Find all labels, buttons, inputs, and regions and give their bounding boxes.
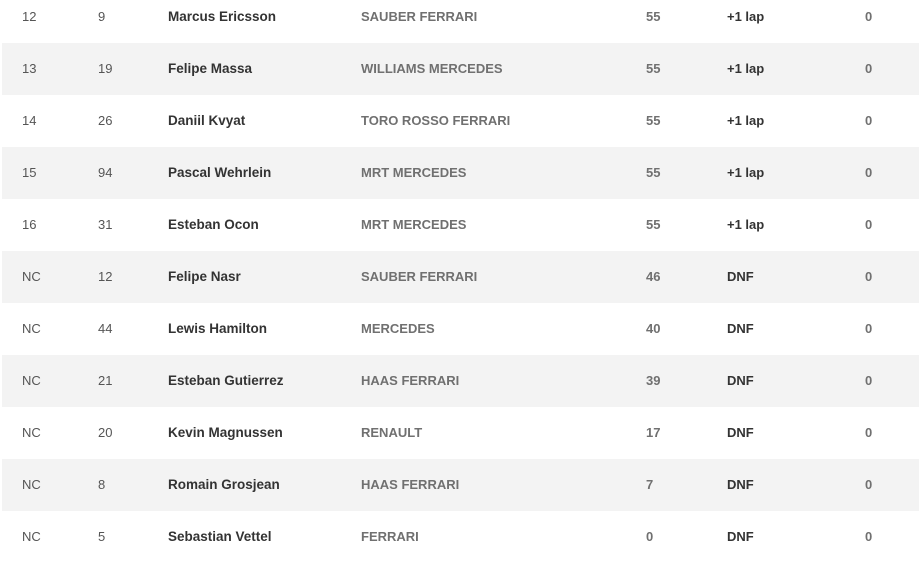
driver-cell: Esteban Gutierrez [168, 373, 284, 388]
position-cell: 15 [22, 165, 37, 180]
time-cell: +1 lap [727, 61, 765, 76]
team-cell: SAUBER FERRARI [361, 9, 478, 24]
points-cell: 0 [865, 269, 873, 284]
points-cell: 0 [865, 217, 873, 232]
race-results-table: 12 9 Marcus Ericsson SAUBER FERRARI 55 +… [0, 0, 920, 563]
table-row[interactable]: 14 26 Daniil Kvyat TORO ROSSO FERRARI 55… [2, 95, 919, 147]
team-cell: WILLIAMS MERCEDES [361, 61, 503, 76]
car-number-cell: 44 [98, 321, 113, 336]
car-number-cell: 20 [98, 425, 113, 440]
driver-cell: Felipe Massa [168, 61, 253, 76]
position-cell: 13 [22, 61, 37, 76]
points-cell: 0 [865, 113, 873, 128]
driver-cell: Daniil Kvyat [168, 113, 246, 128]
team-cell: MERCEDES [361, 321, 435, 336]
position-cell: NC [22, 321, 41, 336]
team-cell: SAUBER FERRARI [361, 269, 478, 284]
laps-cell: 40 [646, 321, 661, 336]
laps-cell: 55 [646, 217, 661, 232]
car-number-cell: 9 [98, 9, 106, 24]
points-cell: 0 [865, 165, 873, 180]
time-cell: DNF [727, 373, 754, 388]
driver-cell: Romain Grosjean [168, 477, 280, 492]
car-number-cell: 21 [98, 373, 113, 388]
laps-cell: 46 [646, 269, 661, 284]
laps-cell: 55 [646, 165, 661, 180]
laps-cell: 39 [646, 373, 661, 388]
car-number-cell: 5 [98, 529, 106, 544]
points-cell: 0 [865, 477, 873, 492]
team-cell: FERRARI [361, 529, 419, 544]
position-cell: 16 [22, 217, 37, 232]
car-number-cell: 19 [98, 61, 113, 76]
driver-cell: Esteban Ocon [168, 217, 259, 232]
points-cell: 0 [865, 529, 873, 544]
car-number-cell: 12 [98, 269, 113, 284]
driver-cell: Felipe Nasr [168, 269, 241, 284]
laps-cell: 0 [646, 529, 654, 544]
time-cell: DNF [727, 321, 754, 336]
table-row[interactable]: NC 21 Esteban Gutierrez HAAS FERRARI 39 … [2, 355, 919, 407]
team-cell: TORO ROSSO FERRARI [361, 113, 511, 128]
table-row[interactable]: NC 8 Romain Grosjean HAAS FERRARI 7 DNF … [2, 459, 919, 511]
points-cell: 0 [865, 425, 873, 440]
position-cell: 12 [22, 9, 37, 24]
points-cell: 0 [865, 373, 873, 388]
car-number-cell: 26 [98, 113, 113, 128]
driver-cell: Sebastian Vettel [168, 529, 272, 544]
table-row[interactable]: NC 12 Felipe Nasr SAUBER FERRARI 46 DNF … [2, 251, 919, 303]
laps-cell: 55 [646, 61, 661, 76]
driver-cell: Pascal Wehrlein [168, 165, 272, 180]
table-row[interactable]: 15 94 Pascal Wehrlein MRT MERCEDES 55 +1… [2, 147, 919, 199]
time-cell: +1 lap [727, 113, 765, 128]
position-cell: 14 [22, 113, 37, 128]
driver-cell: Lewis Hamilton [168, 321, 268, 336]
points-cell: 0 [865, 321, 873, 336]
team-cell: HAAS FERRARI [361, 477, 460, 492]
table-row[interactable]: 16 31 Esteban Ocon MRT MERCEDES 55 +1 la… [2, 199, 919, 251]
time-cell: +1 lap [727, 217, 765, 232]
position-cell: NC [22, 425, 41, 440]
position-cell: NC [22, 477, 41, 492]
position-cell: NC [22, 529, 41, 544]
position-cell: NC [22, 373, 41, 388]
driver-cell: Marcus Ericsson [168, 9, 277, 24]
team-cell: MRT MERCEDES [361, 165, 467, 180]
laps-cell: 7 [646, 477, 654, 492]
time-cell: +1 lap [727, 9, 765, 24]
laps-cell: 55 [646, 9, 661, 24]
table-row[interactable]: NC 44 Lewis Hamilton MERCEDES 40 DNF 0 [2, 303, 919, 355]
time-cell: +1 lap [727, 165, 765, 180]
table-row[interactable]: 12 9 Marcus Ericsson SAUBER FERRARI 55 +… [2, 0, 919, 43]
car-number-cell: 8 [98, 477, 106, 492]
team-cell: RENAULT [361, 425, 423, 440]
points-cell: 0 [865, 61, 873, 76]
table-row[interactable]: 13 19 Felipe Massa WILLIAMS MERCEDES 55 … [2, 43, 919, 95]
laps-cell: 17 [646, 425, 661, 440]
points-cell: 0 [865, 9, 873, 24]
table-row[interactable]: NC 5 Sebastian Vettel FERRARI 0 DNF 0 [2, 511, 919, 563]
driver-cell: Kevin Magnussen [168, 425, 283, 440]
position-cell: NC [22, 269, 41, 284]
time-cell: DNF [727, 425, 754, 440]
car-number-cell: 31 [98, 217, 113, 232]
laps-cell: 55 [646, 113, 661, 128]
time-cell: DNF [727, 269, 754, 284]
car-number-cell: 94 [98, 165, 113, 180]
team-cell: HAAS FERRARI [361, 373, 460, 388]
team-cell: MRT MERCEDES [361, 217, 467, 232]
time-cell: DNF [727, 477, 754, 492]
time-cell: DNF [727, 529, 754, 544]
table-row[interactable]: NC 20 Kevin Magnussen RENAULT 17 DNF 0 [2, 407, 919, 459]
